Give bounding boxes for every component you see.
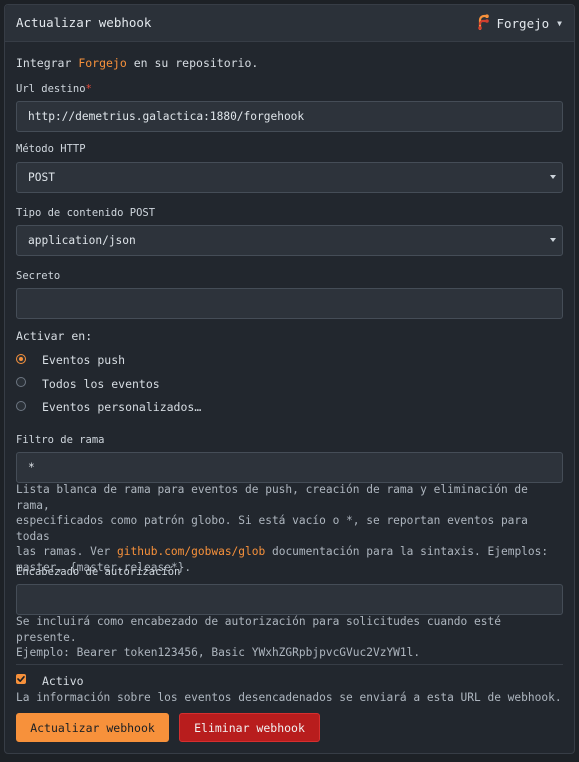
caret-down-icon: ▼ — [557, 19, 562, 28]
panel-header: Actualizar webhook Forgejo ▼ — [5, 5, 574, 42]
branch-filter-input[interactable]: * — [16, 452, 563, 483]
trigger-label: Activar en: — [16, 329, 93, 343]
branch-filter-value: * — [28, 461, 35, 474]
chevron-down-icon — [550, 238, 556, 242]
url-label-text: Url destino — [16, 83, 86, 95]
auth-header-label: Encabezado de autorización — [16, 566, 181, 578]
secret-input[interactable] — [16, 288, 563, 319]
forgejo-logo-icon — [476, 14, 490, 33]
required-mark: * — [85, 83, 92, 95]
secret-label: Secreto — [16, 270, 61, 282]
intro-suffix: en su repositorio. — [126, 56, 259, 70]
active-help: La información sobre los eventos desenca… — [16, 691, 562, 704]
provider-dropdown[interactable]: Forgejo ▼ — [476, 14, 562, 33]
radio-all-events-label[interactable]: Todos los eventos — [42, 377, 160, 391]
radio-custom-events[interactable] — [16, 401, 26, 411]
active-label[interactable]: Activo — [42, 674, 84, 688]
radio-custom-events-label[interactable]: Eventos personalizados… — [42, 400, 201, 414]
method-label: Método HTTP — [16, 143, 86, 155]
intro-text: Integrar Forgejo en su repositorio. — [16, 56, 258, 70]
glob-docs-link[interactable]: github.com/gobwas/glob — [117, 545, 265, 558]
form-body: Integrar Forgejo en su repositorio. Url … — [5, 42, 574, 753]
branch-help-line: Lista blanca de rama para eventos de pus… — [16, 483, 528, 512]
radio-all-events[interactable] — [16, 377, 26, 387]
branch-filter-label: Filtro de rama — [16, 434, 105, 446]
auth-header-input[interactable] — [16, 584, 563, 615]
forgejo-link[interactable]: Forgejo — [78, 56, 126, 70]
active-checkbox[interactable] — [16, 674, 26, 684]
content-type-label: Tipo de contenido POST — [16, 207, 156, 219]
page-title: Actualizar webhook — [16, 15, 152, 30]
url-label: Url destino* — [16, 83, 92, 95]
url-input-value: http://demetrius.galactica:1880/forgehoo… — [28, 110, 305, 123]
url-input[interactable]: http://demetrius.galactica:1880/forgehoo… — [16, 101, 563, 132]
auth-header-help: Se incluirá como encabezado de autorizac… — [16, 614, 566, 661]
auth-help-line: Se incluirá como encabezado de autorizac… — [16, 615, 501, 644]
divider — [16, 664, 563, 665]
webhook-panel: Actualizar webhook Forgejo ▼ Integrar Fo… — [4, 4, 575, 754]
update-webhook-button[interactable]: Actualizar webhook — [16, 713, 169, 742]
branch-help-text: documentación para la sintaxis. Ejemplos… — [265, 545, 549, 558]
chevron-down-icon — [550, 175, 556, 179]
content-type-value: application/json — [28, 234, 136, 247]
branch-help-line: las ramas. Ver github.com/gobwas/glob do… — [16, 544, 566, 560]
branch-help-line: especificados como patrón globo. Si está… — [16, 514, 528, 543]
branch-filter-help: Lista blanca de rama para eventos de pus… — [16, 482, 566, 575]
delete-webhook-button[interactable]: Eliminar webhook — [179, 713, 320, 742]
radio-push-events[interactable] — [16, 354, 26, 364]
provider-label: Forgejo — [496, 16, 550, 31]
method-select-value: POST — [28, 171, 55, 184]
content-type-select[interactable]: application/json — [16, 225, 563, 256]
intro-prefix: Integrar — [16, 56, 79, 70]
method-select[interactable]: POST — [16, 162, 563, 193]
auth-help-line: Ejemplo: Bearer token123456, Basic YWxhZ… — [16, 646, 421, 659]
radio-push-events-label[interactable]: Eventos push — [42, 353, 125, 367]
check-icon — [17, 676, 25, 682]
branch-help-text: las ramas. Ver — [16, 545, 118, 558]
